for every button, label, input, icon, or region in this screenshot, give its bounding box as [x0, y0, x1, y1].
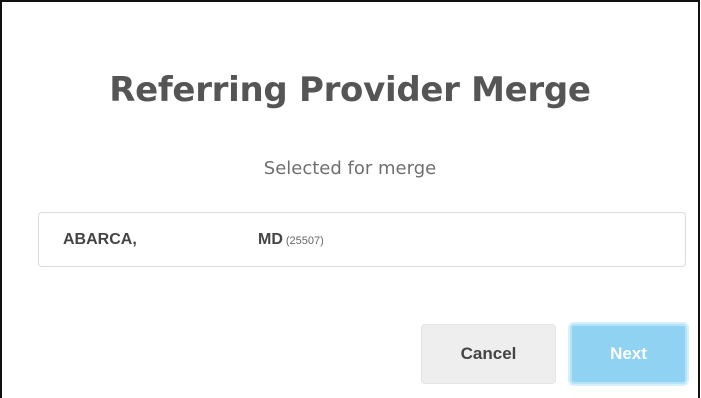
- referring-provider-merge-dialog: Referring Provider Merge Selected for me…: [0, 0, 700, 398]
- dialog-title: Referring Provider Merge: [109, 70, 591, 110]
- provider-credential: MD: [258, 231, 283, 248]
- cancel-button[interactable]: Cancel: [421, 324, 556, 384]
- selected-provider-card: ABARCA, MD (25507): [38, 212, 686, 267]
- dialog-subtitle: Selected for merge: [263, 158, 437, 179]
- next-button[interactable]: Next: [570, 324, 687, 384]
- provider-last-name: ABARCA,: [63, 231, 137, 248]
- provider-credential-group: MD (25507): [258, 231, 324, 249]
- provider-id: (25507): [285, 235, 324, 247]
